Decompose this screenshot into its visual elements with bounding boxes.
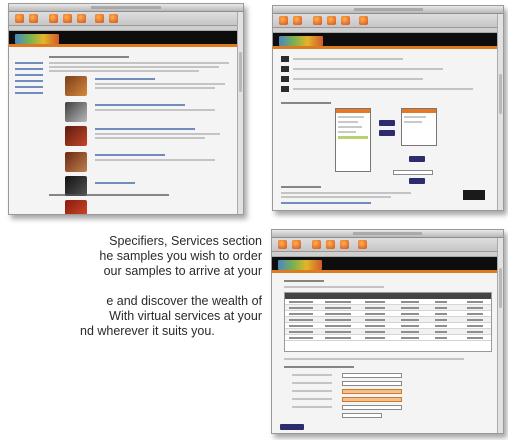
form-field[interactable] [342, 413, 382, 418]
search-icon [95, 14, 104, 23]
site-banner [273, 33, 503, 49]
stop-icon [49, 14, 58, 23]
body-text-line: he samples you wish to order [99, 249, 262, 263]
reload-icon [63, 14, 72, 23]
body-text-line: With virtual services at your [109, 309, 262, 323]
window-titlebar [272, 230, 503, 238]
form-field[interactable] [342, 397, 402, 402]
order-status-page-screenshot [271, 229, 504, 434]
back-icon [278, 240, 287, 249]
scrollbar [497, 14, 503, 210]
back-icon [279, 16, 288, 25]
submit-button[interactable] [280, 424, 304, 430]
site-banner [272, 257, 503, 273]
order-form-page-screenshot [272, 5, 504, 211]
stop-icon [312, 240, 321, 249]
brand-logo-icon [15, 34, 59, 44]
remove-button[interactable] [379, 130, 395, 136]
forward-icon [29, 14, 38, 23]
product-thumbnail-icon [65, 126, 87, 146]
scrollbar [237, 12, 243, 214]
brand-logo-icon [278, 260, 322, 270]
product-thumbnail-icon [65, 102, 87, 122]
browser-toolbar [272, 238, 503, 252]
heading-line [49, 56, 129, 58]
brand-logo-icon [463, 190, 485, 200]
body-text-line: Specifiers, Services section [109, 234, 262, 248]
product-thumbnail-icon [65, 76, 87, 96]
browser-toolbar [9, 12, 243, 26]
back-icon [15, 14, 24, 23]
brand-logo-icon [279, 36, 323, 46]
home-icon [77, 14, 86, 23]
body-text-line: our samples to arrive at your [103, 264, 262, 278]
order-button[interactable] [409, 156, 425, 162]
forward-icon [293, 16, 302, 25]
form-field[interactable] [342, 373, 402, 378]
sidebar-nav [15, 62, 43, 98]
quantity-field[interactable] [393, 170, 433, 175]
selected-list[interactable] [401, 108, 437, 146]
form-field[interactable] [342, 405, 402, 410]
forward-icon [292, 240, 301, 249]
search-icon [358, 240, 367, 249]
search-icon [359, 16, 368, 25]
reload-icon [327, 16, 336, 25]
submit-button[interactable] [409, 178, 425, 184]
reload-icon [326, 240, 335, 249]
section-heading [281, 102, 331, 104]
window-titlebar [273, 6, 503, 14]
browser-toolbar [273, 14, 503, 28]
product-list[interactable] [335, 108, 371, 172]
stop-icon [313, 16, 322, 25]
form-field[interactable] [342, 389, 402, 394]
scrollbar [497, 238, 503, 433]
order-table [284, 292, 492, 352]
add-button[interactable] [379, 120, 395, 126]
samples-page-screenshot [8, 3, 244, 215]
body-text-line: e and discover the wealth of [106, 294, 262, 308]
home-icon [341, 16, 350, 25]
home-icon [340, 240, 349, 249]
form-field[interactable] [342, 381, 402, 386]
print-icon [109, 14, 118, 23]
product-thumbnail-icon [65, 152, 87, 172]
product-thumbnail-icon [65, 176, 87, 196]
product-thumbnail-icon [65, 200, 87, 214]
site-banner [9, 31, 243, 47]
window-titlebar [9, 4, 243, 12]
body-text-line: nd wherever it suits you. [80, 324, 215, 338]
